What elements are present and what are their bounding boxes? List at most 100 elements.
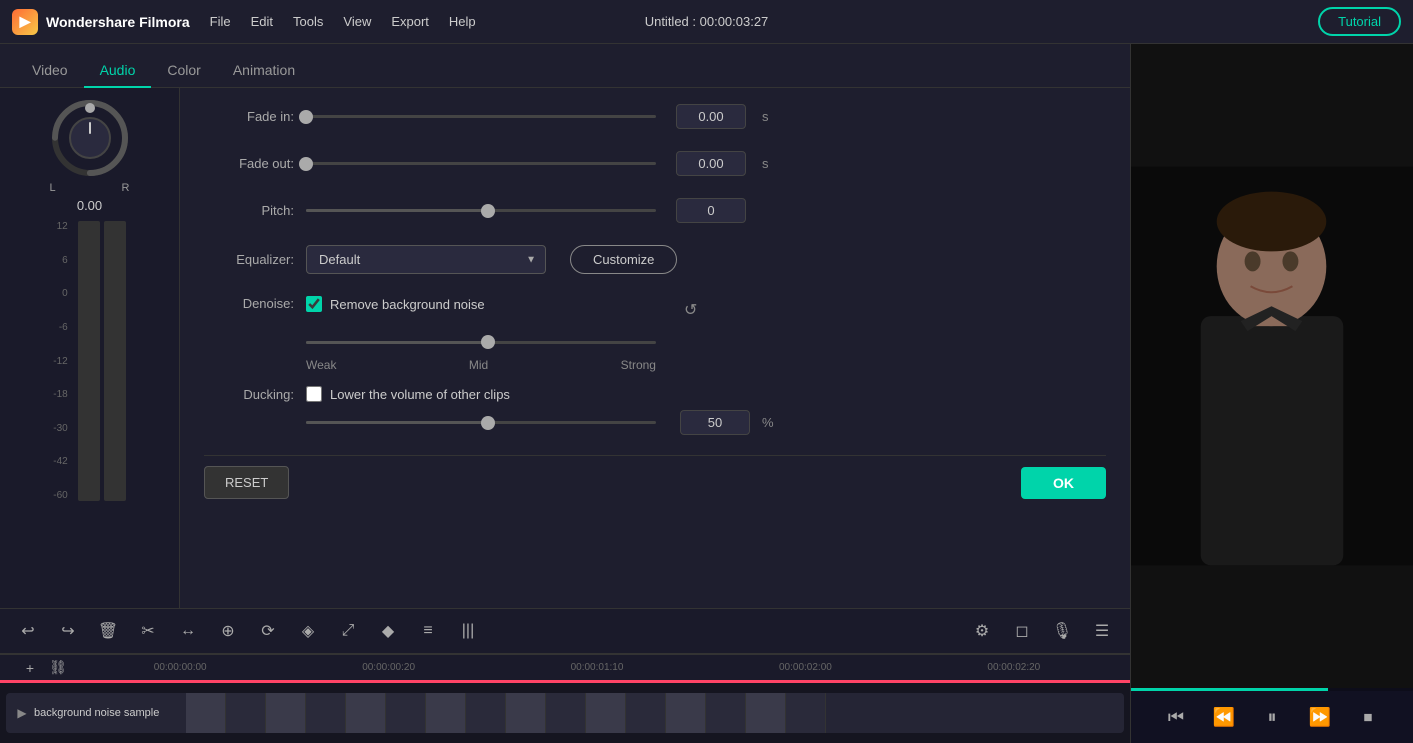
step-forward-button[interactable]: ⏩ bbox=[1304, 701, 1336, 733]
meter-bars: 12 6 0 -6 -12 -18 -30 -42 -60 bbox=[53, 221, 125, 501]
diamond-button[interactable]: ◆ bbox=[372, 615, 404, 647]
redo-button[interactable]: ↪ bbox=[52, 615, 84, 647]
ok-button[interactable]: OK bbox=[1021, 467, 1106, 499]
fade-out-label: Fade out: bbox=[204, 156, 294, 171]
denoise-reset-icon[interactable]: ↺ bbox=[677, 296, 705, 324]
menu-export[interactable]: Export bbox=[391, 10, 429, 33]
timeline-track-area[interactable]: ▶ background noise sample bbox=[0, 683, 1130, 743]
tutorial-button[interactable]: Tutorial bbox=[1318, 7, 1401, 36]
timeline-controls: + ⛓ bbox=[12, 656, 76, 680]
track-thumbnails bbox=[186, 693, 826, 733]
step-back-button[interactable]: ⏪ bbox=[1208, 701, 1240, 733]
tab-audio[interactable]: Audio bbox=[84, 54, 152, 88]
expand-button[interactable]: ⤢ bbox=[332, 615, 364, 647]
thumb-14 bbox=[706, 693, 746, 733]
denoise-slider-area bbox=[306, 332, 1106, 352]
thumb-8 bbox=[466, 693, 506, 733]
timeline-ruler: + ⛓ 00:00:00:00 00:00:00:20 00:00:01:10 … bbox=[0, 654, 1130, 680]
audio-settings-panel: Fade in: s Fade out: bbox=[180, 88, 1130, 608]
thumb-13 bbox=[666, 693, 706, 733]
customize-button[interactable]: Customize bbox=[570, 245, 677, 274]
fade-in-value[interactable] bbox=[676, 104, 746, 129]
undo-button[interactable]: ↩ bbox=[12, 615, 44, 647]
menu-view[interactable]: View bbox=[343, 10, 371, 33]
volume-knob[interactable] bbox=[50, 98, 130, 178]
pitch-slider-container[interactable] bbox=[306, 201, 656, 221]
timestamp-2: 00:00:01:10 bbox=[493, 662, 701, 673]
link-button[interactable]: ⛓ bbox=[46, 656, 70, 680]
timeline-area: + ⛓ 00:00:00:00 00:00:00:20 00:00:01:10 … bbox=[0, 654, 1130, 743]
thumb-10 bbox=[546, 693, 586, 733]
fade-in-label: Fade in: bbox=[204, 109, 294, 124]
knob-label-l: L bbox=[50, 182, 56, 194]
equalizer-select[interactable]: Default bbox=[306, 245, 546, 274]
video-preview bbox=[1131, 44, 1413, 688]
ducking-checkbox[interactable] bbox=[306, 386, 322, 402]
tab-color[interactable]: Color bbox=[151, 54, 216, 88]
timestamp-3: 00:00:02:00 bbox=[701, 662, 909, 673]
ducking-label: Ducking: bbox=[204, 387, 294, 402]
rotate-button[interactable]: ⟳ bbox=[252, 615, 284, 647]
project-title: Untitled : 00:00:03:27 bbox=[645, 14, 769, 29]
audio-track[interactable]: ▶ background noise sample bbox=[6, 693, 1124, 733]
fade-in-unit: s bbox=[762, 109, 769, 124]
delete-button[interactable]: 🗑 bbox=[92, 615, 124, 647]
audio-button[interactable]: ||| bbox=[452, 615, 484, 647]
zoom-button[interactable]: ⊕ bbox=[212, 615, 244, 647]
denoise-slider-container[interactable] bbox=[306, 332, 656, 352]
left-panel: Video Audio Color Animation bbox=[0, 44, 1130, 743]
add-track-button[interactable]: + bbox=[18, 656, 42, 680]
denoise-weak: Weak bbox=[306, 358, 336, 372]
ducking-value[interactable] bbox=[680, 410, 750, 435]
meter-bar-right bbox=[104, 221, 126, 501]
reset-button[interactable]: RESET bbox=[204, 466, 289, 499]
equalizer-select-wrapper[interactable]: Default bbox=[306, 245, 546, 274]
thumb-11 bbox=[586, 693, 626, 733]
play-pause-button[interactable]: ⏸ bbox=[1256, 701, 1288, 733]
denoise-checkbox-text: Remove background noise bbox=[330, 297, 485, 312]
menu-tools[interactable]: Tools bbox=[293, 10, 323, 33]
shield-icon[interactable]: ◻ bbox=[1006, 615, 1038, 647]
tab-video[interactable]: Video bbox=[16, 54, 84, 88]
ducking-checkbox-label[interactable]: Lower the volume of other clips bbox=[306, 386, 510, 402]
pitch-label: Pitch: bbox=[204, 203, 294, 218]
app-name: Wondershare Filmora bbox=[46, 14, 190, 30]
crop-button[interactable]: ↔ bbox=[172, 615, 204, 647]
video-frame bbox=[1131, 44, 1413, 688]
playback-controls: ⏮ ⏪ ⏸ ⏩ ⏹ bbox=[1131, 691, 1413, 743]
thumb-7 bbox=[426, 693, 466, 733]
menu-file[interactable]: File bbox=[210, 10, 231, 33]
denoise-checkbox[interactable] bbox=[306, 296, 322, 312]
meter-scale: 12 6 0 -6 -12 -18 -30 -42 -60 bbox=[53, 221, 71, 501]
thumb-3 bbox=[266, 693, 306, 733]
timestamp-4: 00:00:02:20 bbox=[910, 662, 1118, 673]
fade-in-slider-container[interactable] bbox=[306, 107, 656, 127]
ducking-header-row: Ducking: Lower the volume of other clips bbox=[204, 386, 1106, 402]
track-label: background noise sample bbox=[34, 707, 159, 719]
mic-icon[interactable]: 🎙 bbox=[1046, 615, 1078, 647]
ruler-marks: 00:00:00:00 00:00:00:20 00:00:01:10 00:0… bbox=[76, 662, 1118, 673]
menu-help[interactable]: Help bbox=[449, 10, 476, 33]
ducking-slider-container[interactable] bbox=[306, 413, 656, 433]
fade-out-slider-container[interactable] bbox=[306, 154, 656, 174]
equalizer-label: Equalizer: bbox=[204, 252, 294, 267]
mask-button[interactable]: ◈ bbox=[292, 615, 324, 647]
stop-button[interactable]: ⏹ bbox=[1352, 701, 1384, 733]
denoise-labels: Weak Mid Strong bbox=[306, 358, 656, 372]
fade-out-value[interactable] bbox=[676, 151, 746, 176]
knob-labels: L R bbox=[50, 182, 130, 194]
menu-edit[interactable]: Edit bbox=[251, 10, 273, 33]
thumb-1 bbox=[186, 693, 226, 733]
pitch-value[interactable] bbox=[676, 198, 746, 223]
rewind-button[interactable]: ⏮ bbox=[1160, 701, 1192, 733]
tab-animation[interactable]: Animation bbox=[217, 54, 311, 88]
panel-body: L R 0.00 12 6 0 -6 -12 -18 -30 -42 bbox=[0, 88, 1130, 608]
knob-value: 0.00 bbox=[77, 198, 102, 213]
settings-icon[interactable]: ⚙ bbox=[966, 615, 998, 647]
adjust-button[interactable]: ≡ bbox=[412, 615, 444, 647]
volume-knob-container bbox=[50, 98, 130, 178]
denoise-checkbox-label[interactable]: Remove background noise bbox=[306, 296, 485, 312]
main-content: Video Audio Color Animation bbox=[0, 44, 1413, 743]
list-icon[interactable]: ☰ bbox=[1086, 615, 1118, 647]
cut-button[interactable]: ✂ bbox=[132, 615, 164, 647]
